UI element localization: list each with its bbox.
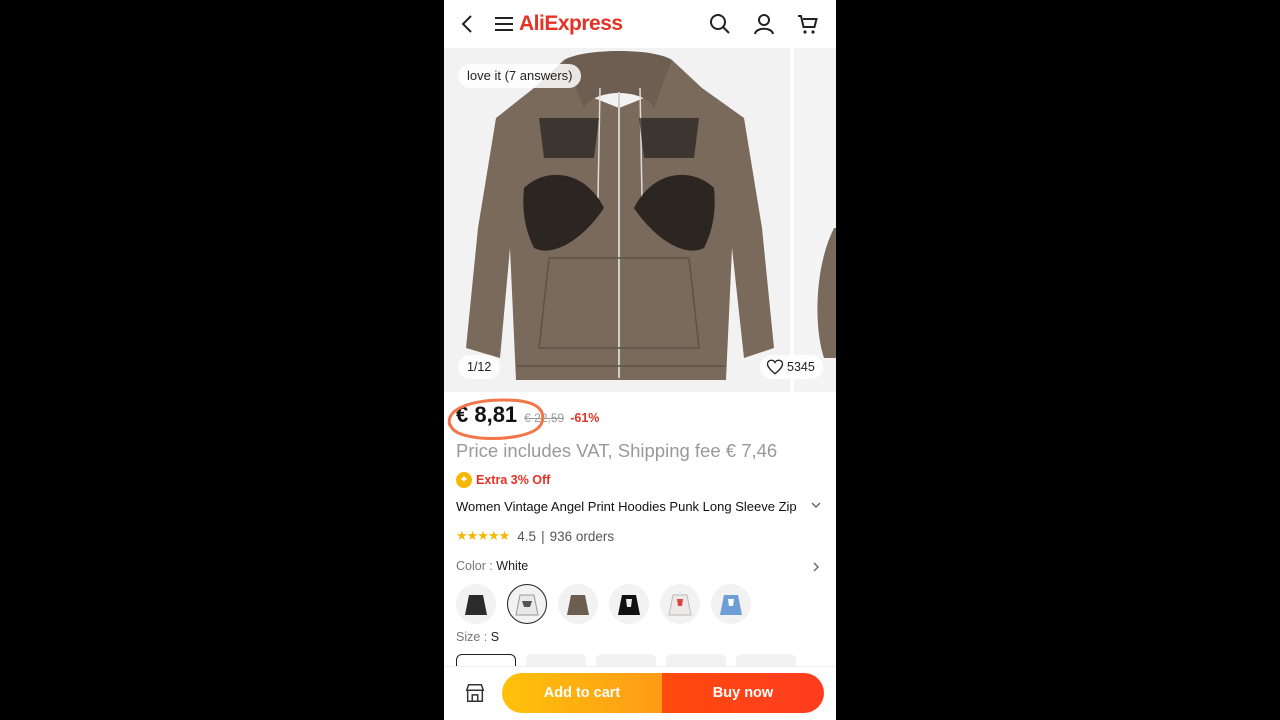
color-selector-label[interactable]: Color : White bbox=[456, 559, 528, 573]
star-rating-icon: ★★★★★ bbox=[456, 528, 510, 543]
account-icon[interactable] bbox=[752, 12, 776, 36]
rating-value: 4.5 bbox=[517, 528, 537, 544]
extra-off-label: Extra 3% Off bbox=[476, 473, 551, 487]
back-arrow-icon[interactable] bbox=[456, 12, 480, 36]
coin-icon: ✦ bbox=[456, 472, 472, 488]
buy-now-button[interactable]: Buy now bbox=[662, 673, 824, 713]
extra-off-promo[interactable]: ✦ Extra 3% Off bbox=[456, 472, 550, 488]
add-to-cart-button[interactable]: Add to cart bbox=[502, 673, 662, 713]
swatch-black[interactable] bbox=[456, 584, 496, 624]
size-selector-label: Size : S bbox=[456, 630, 500, 644]
rating-divider: | bbox=[541, 528, 545, 544]
color-label: Color bbox=[456, 559, 486, 573]
search-icon[interactable] bbox=[708, 12, 732, 36]
top-header: AliExpress bbox=[444, 0, 836, 48]
rating-row[interactable]: ★★★★★ 4.5 | 936 orders bbox=[456, 528, 614, 544]
bottom-action-bar: Add to cart Buy now bbox=[444, 666, 836, 720]
aliexpress-logo[interactable]: AliExpress bbox=[519, 12, 623, 36]
hoodie-image bbox=[466, 51, 774, 380]
vat-shipping-note: Price includes VAT, Shipping fee € 7,46 bbox=[456, 440, 778, 461]
color-swatches bbox=[456, 584, 751, 624]
answers-badge[interactable]: love it (7 answers) bbox=[458, 64, 582, 88]
discount-badge: -61% bbox=[570, 411, 600, 425]
swatch-blue[interactable] bbox=[711, 584, 751, 624]
heart-icon bbox=[766, 359, 784, 375]
wishlist-button[interactable]: 5345 bbox=[760, 355, 823, 379]
size-value: S bbox=[490, 630, 500, 644]
swatch-white[interactable] bbox=[507, 584, 547, 624]
product-image-gallery[interactable]: love it (7 answers) 1/12 5345 bbox=[444, 48, 836, 392]
color-value: White bbox=[496, 559, 529, 573]
swatch-black-print[interactable] bbox=[609, 584, 649, 624]
orders-count: 936 orders bbox=[549, 528, 615, 544]
likes-count: 5345 bbox=[787, 360, 815, 374]
cart-icon[interactable] bbox=[796, 12, 820, 36]
phone-screen: AliExpress love it (7 answers) 1/12 5345… bbox=[444, 0, 836, 720]
next-image-preview[interactable] bbox=[790, 48, 836, 392]
product-title[interactable]: Women Vintage Angel Print Hoodies Punk L… bbox=[456, 499, 796, 514]
image-counter: 1/12 bbox=[458, 355, 501, 379]
annotation-circle bbox=[447, 398, 545, 440]
swatch-brown[interactable] bbox=[558, 584, 598, 624]
chevron-right-icon[interactable] bbox=[810, 561, 822, 573]
store-icon[interactable] bbox=[464, 682, 486, 704]
chevron-down-icon[interactable] bbox=[810, 499, 822, 511]
swatch-white-red[interactable] bbox=[660, 584, 700, 624]
size-label: Size bbox=[456, 630, 481, 644]
menu-icon[interactable] bbox=[492, 12, 516, 36]
